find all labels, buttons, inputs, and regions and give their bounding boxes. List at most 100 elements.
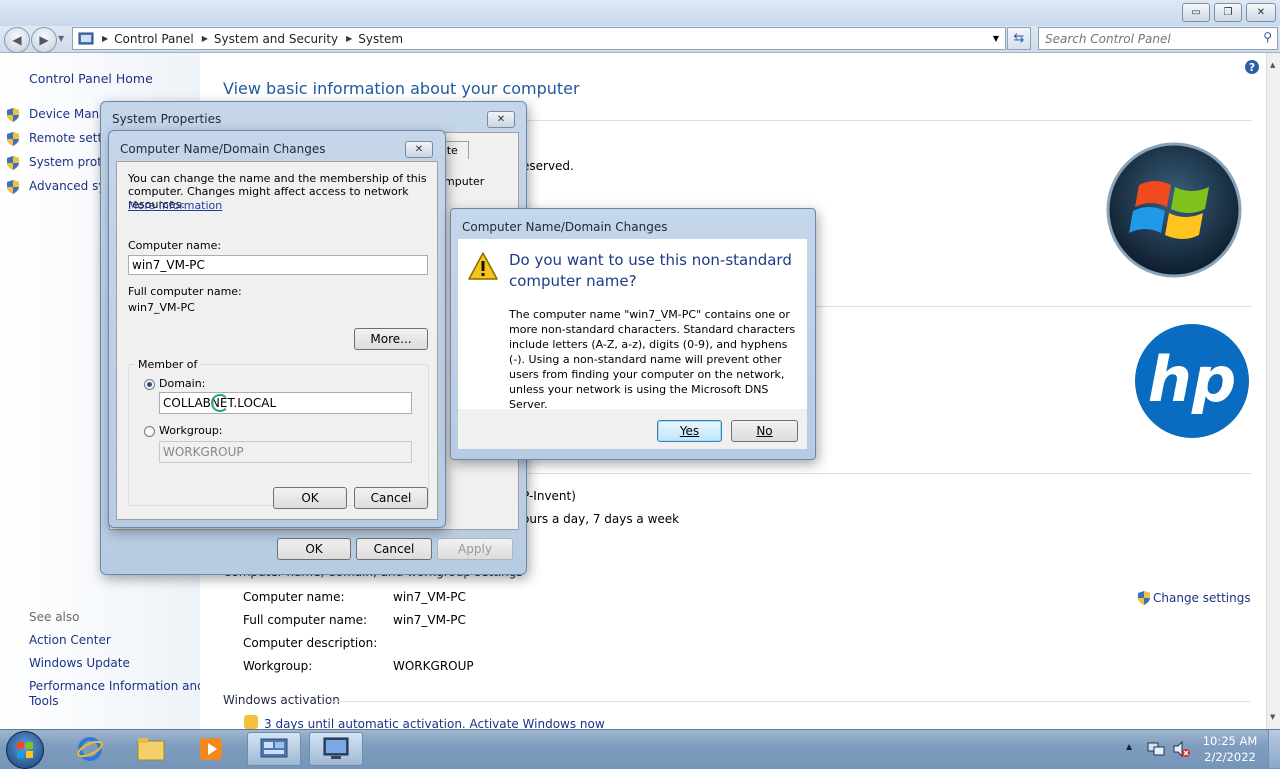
clock[interactable]: 10:25 AM 2/2/2022 bbox=[1200, 733, 1260, 765]
busy-cursor-icon bbox=[211, 394, 229, 412]
control-panel-home-link[interactable]: Control Panel Home bbox=[29, 71, 153, 86]
forward-arrow-icon: ▶ bbox=[39, 33, 49, 47]
name-domain-changes-close-button[interactable]: ✕ bbox=[405, 141, 433, 158]
tab-content-fragment: mputer bbox=[444, 175, 485, 188]
support-hours-fragment: ours a day, 7 days a week bbox=[522, 512, 680, 526]
close-window-button[interactable]: ✕ bbox=[1246, 3, 1276, 22]
help-icon[interactable]: ? bbox=[1245, 60, 1259, 74]
close-icon: ✕ bbox=[414, 144, 424, 155]
breadcrumb-control-panel[interactable]: Control Panel bbox=[114, 32, 194, 46]
navigation-bar: ◀ ▶ ▼ ▶ Control Panel ▶ System and Secur… bbox=[0, 26, 1280, 53]
system-properties-cancel-button[interactable]: Cancel bbox=[356, 538, 432, 560]
scroll-up-icon[interactable]: ▲ bbox=[1270, 61, 1275, 69]
computer-icon bbox=[323, 737, 349, 759]
address-dropdown-icon[interactable]: ▼ bbox=[993, 34, 999, 43]
full-computer-name-value: win7_VM-PC bbox=[393, 613, 466, 627]
change-settings-link[interactable]: Change settings bbox=[1153, 591, 1251, 605]
member-of-label: Member of bbox=[135, 358, 201, 371]
show-hidden-icons-button[interactable]: ▲ bbox=[1126, 742, 1132, 751]
system-protection-link[interactable]: System prote bbox=[29, 155, 109, 169]
breadcrumb-system[interactable]: System bbox=[358, 32, 403, 46]
workgroup-value: WORKGROUP bbox=[393, 659, 474, 673]
close-icon: ✕ bbox=[496, 114, 506, 125]
more-information-link[interactable]: More information bbox=[128, 199, 222, 212]
forward-button[interactable]: ▶ bbox=[31, 27, 57, 53]
hp-logo: hp bbox=[1135, 324, 1249, 438]
system-properties-ok-button[interactable]: OK bbox=[277, 538, 351, 560]
crumb-separator-icon: ▶ bbox=[102, 34, 109, 43]
name-changes-ok-button[interactable]: OK bbox=[273, 487, 347, 509]
back-button[interactable]: ◀ bbox=[4, 27, 30, 53]
window-title-bar: ▭ ❐ ✕ bbox=[0, 0, 1280, 26]
control-panel-icon bbox=[260, 738, 288, 758]
taskbar-media-player[interactable] bbox=[184, 732, 238, 766]
computer-name-input[interactable]: win7_VM-PC bbox=[128, 255, 428, 275]
show-desktop-button[interactable] bbox=[1268, 730, 1280, 768]
workgroup-field-label: Workgroup: bbox=[159, 424, 223, 437]
page-title: View basic information about your comput… bbox=[223, 79, 580, 98]
start-button[interactable] bbox=[6, 731, 44, 769]
minimize-button[interactable]: ▭ bbox=[1182, 3, 1210, 22]
search-icon[interactable]: ⚲ bbox=[1263, 30, 1272, 44]
search-box[interactable]: ⚲ bbox=[1038, 27, 1278, 50]
windows-update-link[interactable]: Windows Update bbox=[29, 656, 130, 670]
folder-icon bbox=[137, 738, 165, 761]
name-domain-changes-title: Computer Name/Domain Changes bbox=[120, 142, 326, 156]
confirm-button-bar: Yes No bbox=[458, 409, 807, 449]
performance-info-link-cont[interactable]: Tools bbox=[29, 694, 59, 708]
more-button[interactable]: More... bbox=[354, 328, 428, 350]
address-bar[interactable]: ▶ Control Panel ▶ System and Security ▶ … bbox=[72, 27, 1006, 50]
minimize-icon: ▭ bbox=[1191, 7, 1201, 18]
computer-name-field-label: Computer name: bbox=[128, 239, 222, 252]
workgroup-input[interactable]: WORKGROUP bbox=[159, 441, 412, 463]
no-button[interactable]: No bbox=[731, 420, 798, 442]
breadcrumb-system-and-security[interactable]: System and Security bbox=[214, 32, 338, 46]
yes-button[interactable]: Yes bbox=[657, 420, 722, 442]
back-arrow-icon: ◀ bbox=[12, 33, 22, 47]
activate-windows-link[interactable]: 3 days until automatic activation. Activ… bbox=[264, 717, 605, 729]
recent-pages-dropdown[interactable]: ▼ bbox=[58, 34, 64, 43]
shield-icon bbox=[1138, 591, 1150, 605]
shield-icon bbox=[7, 132, 19, 146]
network-icon[interactable] bbox=[1147, 740, 1165, 758]
activation-key-icon bbox=[244, 715, 258, 729]
volume-muted-icon[interactable] bbox=[1172, 740, 1190, 758]
computer-name-label: Computer name: bbox=[243, 590, 345, 604]
confirm-title: Computer Name/Domain Changes bbox=[462, 220, 668, 234]
domain-radio[interactable] bbox=[144, 379, 155, 390]
domain-input[interactable]: COLLABNET.LOCAL bbox=[159, 392, 412, 414]
close-icon: ✕ bbox=[1256, 7, 1266, 18]
name-domain-changes-dialog: Computer Name/Domain Changes ✕ You can c… bbox=[108, 130, 446, 528]
taskbar-windows-explorer[interactable] bbox=[124, 732, 178, 766]
system-properties-close-button[interactable]: ✕ bbox=[487, 111, 515, 128]
refresh-icon: ⇆ bbox=[1013, 31, 1025, 46]
warning-icon bbox=[468, 252, 498, 280]
search-input[interactable] bbox=[1039, 28, 1247, 49]
full-computer-name-field-value: win7_VM-PC bbox=[128, 301, 195, 314]
scroll-down-icon[interactable]: ▼ bbox=[1270, 713, 1275, 721]
taskbar-system-properties[interactable] bbox=[309, 732, 363, 766]
crumb-separator-icon: ▶ bbox=[346, 34, 353, 43]
taskbar: ▲ 10:25 AM 2/2/2022 bbox=[0, 729, 1280, 769]
clock-date: 2/2/2022 bbox=[1204, 750, 1256, 764]
name-domain-changes-body: You can change the name and the membersh… bbox=[116, 161, 438, 520]
internet-explorer-icon bbox=[77, 737, 103, 761]
restore-button[interactable]: ❐ bbox=[1214, 3, 1242, 22]
see-also-heading: See also bbox=[29, 610, 80, 624]
copyright-fragment: eserved. bbox=[522, 159, 574, 173]
system-properties-apply-button[interactable]: Apply bbox=[437, 538, 513, 560]
performance-info-link[interactable]: Performance Information and bbox=[29, 679, 205, 693]
refresh-button[interactable]: ⇆ bbox=[1007, 27, 1031, 50]
full-computer-name-field-label: Full computer name: bbox=[128, 285, 242, 298]
taskbar-control-panel[interactable] bbox=[247, 732, 301, 766]
shield-icon bbox=[7, 180, 19, 194]
hp-logo-text: hp bbox=[1148, 343, 1237, 416]
restore-icon: ❐ bbox=[1223, 7, 1233, 18]
vertical-scrollbar[interactable]: ▲ ▼ bbox=[1266, 53, 1280, 729]
name-changes-cancel-button[interactable]: Cancel bbox=[354, 487, 428, 509]
workgroup-label: Workgroup: bbox=[243, 659, 313, 673]
workgroup-radio[interactable] bbox=[144, 426, 155, 437]
taskbar-internet-explorer[interactable] bbox=[63, 732, 117, 766]
section-divider bbox=[330, 701, 1250, 702]
action-center-link[interactable]: Action Center bbox=[29, 633, 111, 647]
